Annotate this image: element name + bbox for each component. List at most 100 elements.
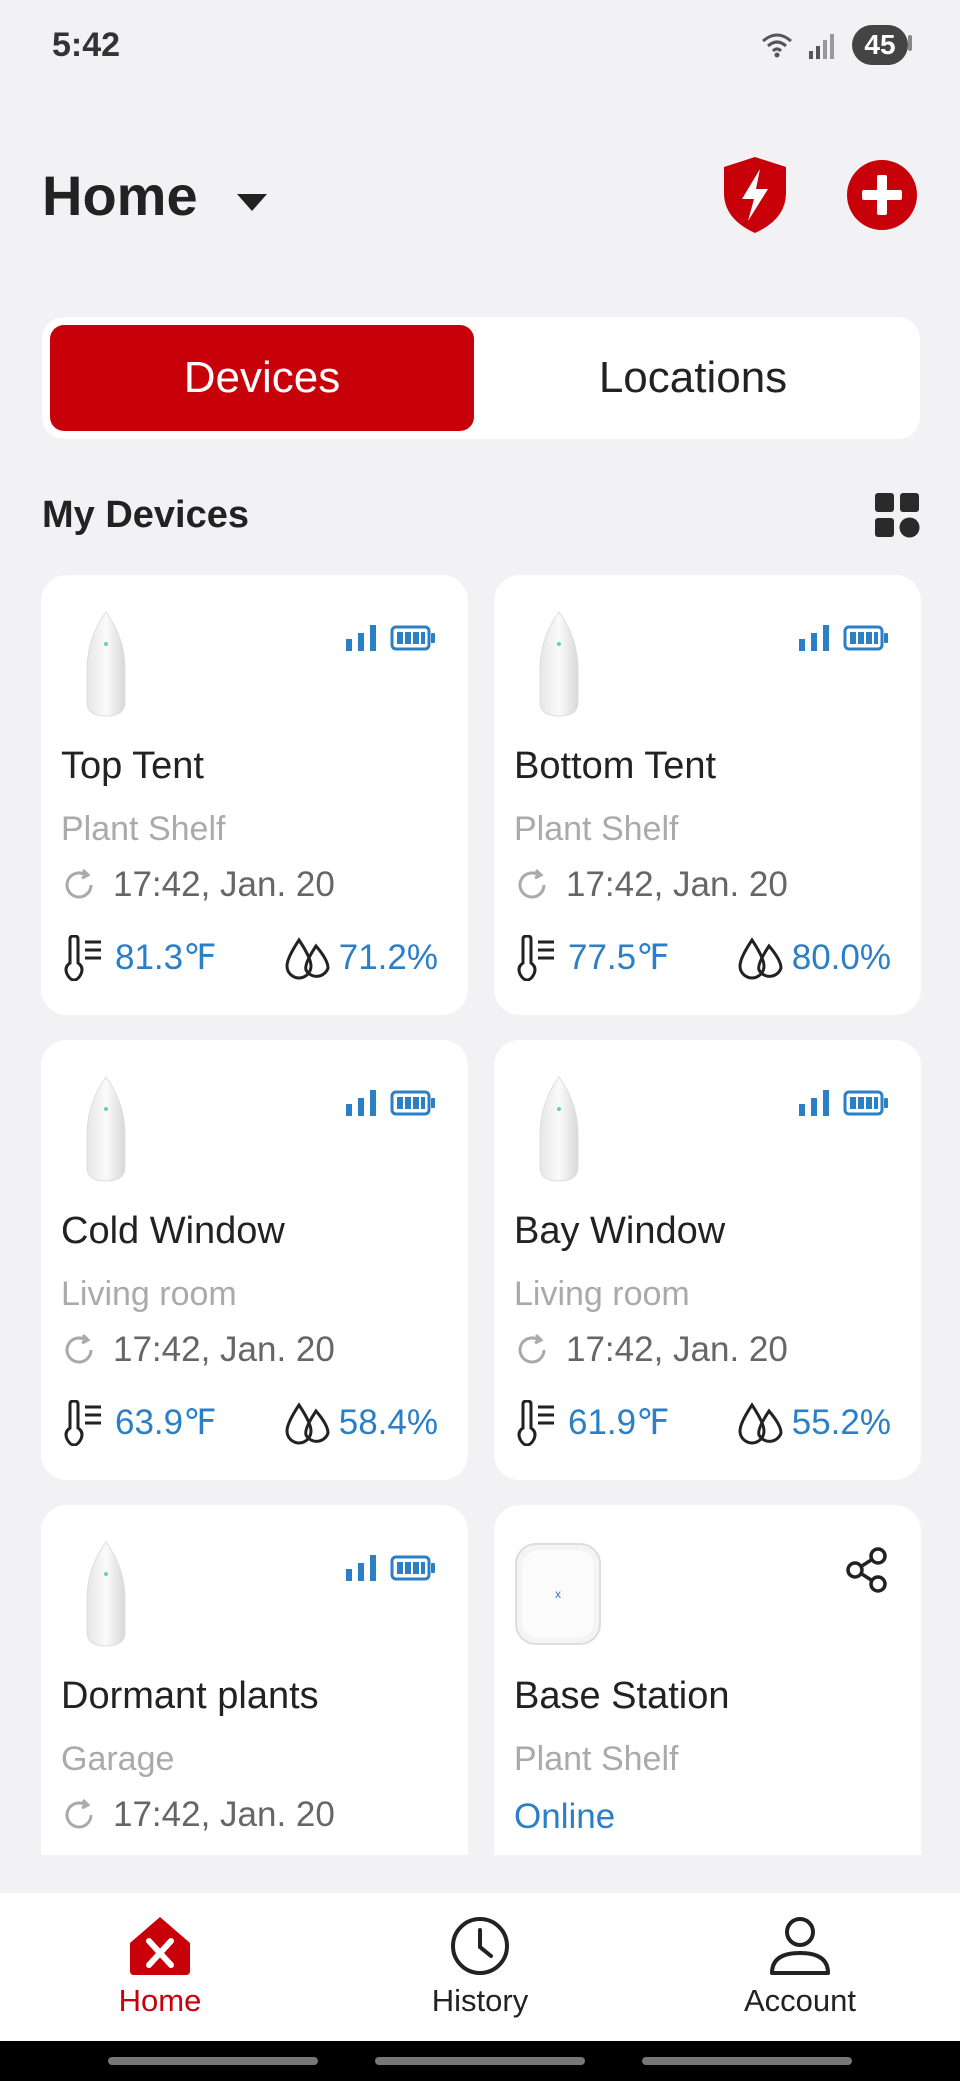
status-indicators — [799, 1090, 889, 1116]
shield-lightning-icon[interactable] — [720, 155, 790, 235]
refresh-icon[interactable] — [514, 867, 550, 903]
device-name: Top Tent — [61, 745, 204, 787]
device-location: Garage — [61, 1740, 175, 1778]
device-card[interactable]: Bottom Tent Plant Shelf 17:42, Jan. 20 7… — [494, 575, 921, 1015]
caret-down-icon[interactable] — [236, 192, 268, 212]
updated-time: 17:42, Jan. 20 — [113, 865, 335, 904]
wifi-icon — [762, 33, 792, 58]
sensor-readings: 63.9℉ 58.4% — [61, 1400, 438, 1446]
device-location: Plant Shelf — [514, 1740, 679, 1778]
sensor-device-image — [539, 611, 579, 717]
humidity-value: 80.0% — [791, 938, 891, 977]
temperature-reading: 81.3℉ — [61, 935, 216, 981]
device-name: Dormant plants — [61, 1675, 319, 1717]
tab-locations[interactable]: Locations — [474, 325, 912, 431]
refresh-icon[interactable] — [61, 1332, 97, 1368]
nav-home[interactable]: Home — [60, 1915, 260, 2019]
thermometer-icon — [517, 1400, 554, 1446]
device-grid: Top Tent Plant Shelf 17:42, Jan. 20 81.3… — [41, 575, 921, 1855]
system-gesture-bar — [0, 2041, 960, 2081]
sensor-readings: 81.3℉ 71.2% — [61, 935, 438, 981]
home-logo-icon — [130, 1917, 190, 1975]
updated-time: 17:42, Jan. 20 — [113, 1795, 335, 1834]
connection-status: Online — [514, 1797, 616, 1836]
refresh-icon[interactable] — [61, 867, 97, 903]
bottom-navigation: Home History Account — [0, 1893, 960, 2041]
battery-full-icon — [390, 1555, 435, 1581]
temperature-value: 81.3℉ — [115, 938, 217, 977]
thermometer-icon — [64, 1400, 101, 1446]
sensor-device-image — [86, 1076, 126, 1182]
battery-full-icon — [390, 1090, 435, 1116]
section-header: My Devices — [42, 480, 920, 550]
nav-history[interactable]: History — [380, 1915, 580, 2019]
humidity-drops-icon — [285, 937, 330, 980]
battery-full-icon — [390, 625, 435, 651]
humidity-drops-icon — [738, 1402, 783, 1445]
device-location: Living room — [514, 1275, 690, 1313]
device-name: Cold Window — [61, 1210, 285, 1252]
add-icon[interactable] — [846, 159, 918, 231]
base-station-card[interactable]: x Base Station Plant Shelf Online — [494, 1505, 921, 1855]
gesture-handle — [108, 2057, 319, 2065]
grid-view-icon[interactable] — [874, 492, 920, 538]
tab-devices[interactable]: Devices — [50, 325, 474, 431]
cell-signal-icon — [809, 34, 834, 59]
device-name: Base Station — [514, 1675, 730, 1717]
temperature-reading: 77.5℉ — [514, 935, 669, 981]
humidity-reading: 55.2% — [736, 1401, 891, 1445]
status-time: 5:42 — [52, 25, 121, 64]
temperature-value: 77.5℉ — [568, 938, 670, 977]
updated-time: 17:42, Jan. 20 — [566, 1330, 788, 1369]
nav-label: History — [431, 1983, 529, 2018]
nav-label: Home — [118, 1983, 202, 2018]
device-card[interactable]: Bay Window Living room 17:42, Jan. 20 61… — [494, 1040, 921, 1480]
device-location: Plant Shelf — [61, 810, 226, 848]
updated-time: 17:42, Jan. 20 — [113, 1330, 335, 1369]
last-updated: 17:42, Jan. 20 — [514, 1330, 788, 1370]
humidity-value: 58.4% — [338, 1403, 438, 1442]
device-location: Plant Shelf — [514, 810, 679, 848]
humidity-reading: 80.0% — [736, 936, 891, 980]
header: Home — [0, 140, 960, 250]
humidity-drops-icon — [285, 1402, 330, 1445]
share-network-icon[interactable] — [845, 1547, 889, 1593]
device-card[interactable]: Top Tent Plant Shelf 17:42, Jan. 20 81.3… — [41, 575, 468, 1015]
temperature-reading: 61.9℉ — [514, 1400, 669, 1446]
base-station-image: x — [515, 1543, 601, 1645]
device-card[interactable]: Dormant plants Garage 17:42, Jan. 20 — [41, 1505, 468, 1855]
status-indicators — [799, 625, 889, 651]
humidity-drops-icon — [738, 937, 783, 980]
last-updated: 17:42, Jan. 20 — [61, 1795, 335, 1835]
signal-strength-icon — [799, 1090, 829, 1116]
updated-time: 17:42, Jan. 20 — [566, 865, 788, 904]
svg-text:x: x — [555, 1587, 561, 1601]
status-indicators — [346, 1555, 436, 1581]
status-indicators — [346, 625, 436, 651]
device-card[interactable]: Cold Window Living room 17:42, Jan. 20 6… — [41, 1040, 468, 1480]
signal-strength-icon — [799, 625, 829, 651]
refresh-icon[interactable] — [61, 1797, 97, 1833]
battery-full-icon — [843, 1090, 888, 1116]
status-icons: 45 — [760, 25, 912, 65]
person-icon — [770, 1917, 830, 1975]
refresh-icon[interactable] — [514, 1332, 550, 1368]
view-switcher: Devices Locations — [42, 317, 920, 439]
sensor-device-image — [86, 1541, 126, 1647]
status-indicators — [346, 1090, 436, 1116]
temperature-reading: 63.9℉ — [61, 1400, 216, 1446]
device-name: Bay Window — [514, 1210, 726, 1252]
humidity-reading: 58.4% — [283, 1401, 438, 1445]
battery-full-icon — [843, 625, 888, 651]
gesture-handle — [641, 2057, 852, 2065]
sensor-device-image — [86, 611, 126, 717]
signal-strength-icon — [346, 1090, 376, 1116]
battery-indicator: 45 — [852, 25, 912, 65]
last-updated: 17:42, Jan. 20 — [61, 1330, 335, 1370]
nav-label: Account — [743, 1983, 856, 2018]
nav-account[interactable]: Account — [700, 1915, 900, 2019]
status-bar: 5:42 45 — [0, 0, 960, 90]
home-selector-title[interactable]: Home — [42, 163, 198, 228]
sensor-readings: 61.9℉ 55.2% — [514, 1400, 891, 1446]
humidity-value: 71.2% — [338, 938, 438, 977]
